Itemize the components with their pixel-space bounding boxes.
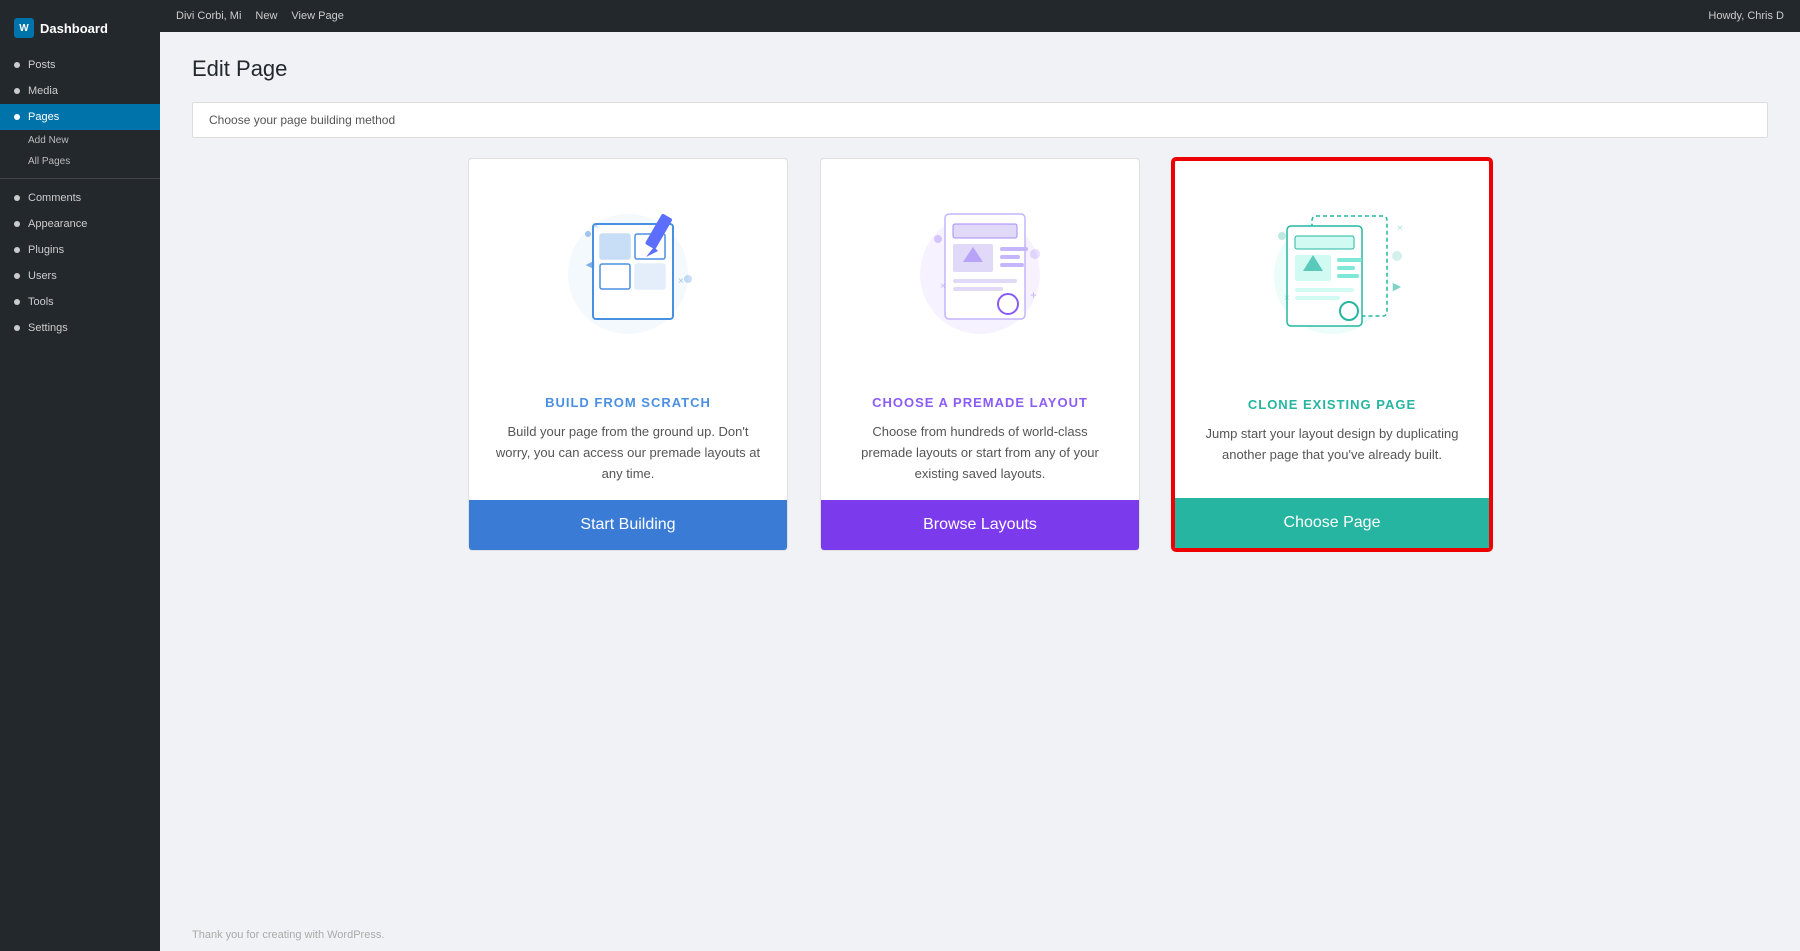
scratch-title: BUILD FROM SCRATCH [493,395,763,410]
card-clone: ► × × CLONE EXISTING PAGE Jump start you… [1172,158,1492,551]
layout-illustration: + × [821,159,1139,379]
comments-icon [14,195,20,201]
topbar-new[interactable]: New [255,10,277,22]
clone-desc: Jump start your layout design by duplica… [1199,424,1465,466]
main-area: Divi Corbi, Mi New View Page Howdy, Chri… [160,0,1800,951]
browse-layouts-button[interactable]: Browse Layouts [821,500,1139,550]
sidebar-item-tools[interactable]: Tools [0,289,160,315]
svg-text:×: × [940,281,946,292]
footer-text: Thank you for creating with WordPress. [192,929,384,941]
tools-icon [14,299,20,305]
sidebar-item-media[interactable]: Media [0,78,160,104]
all-pages-label: All Pages [28,156,70,167]
page-content: Edit Page Choose your page building meth… [160,32,1800,919]
sidebar-item-users[interactable]: Users [0,263,160,289]
sidebar-item-settings[interactable]: Settings [0,315,160,341]
pages-icon [14,114,20,120]
topbar-user: Howdy, Chris D [1708,10,1784,22]
sidebar-item-appearance[interactable]: Appearance [0,211,160,237]
clone-title: CLONE EXISTING PAGE [1199,397,1465,412]
sidebar-item-label: Media [28,85,58,97]
plugins-icon [14,247,20,253]
svg-text:×: × [593,221,599,232]
page-footer: Thank you for creating with WordPress. [160,919,1800,951]
settings-label: Settings [28,322,68,334]
sidebar-item-label: Posts [28,59,56,71]
top-bar-left: Divi Corbi, Mi New View Page [176,10,344,22]
page-title: Edit Page [192,56,1768,82]
cards-container: ◄ × × BUILD FROM SCRATCH Build your page… [430,158,1530,551]
scratch-body: BUILD FROM SCRATCH Build your page from … [469,379,787,500]
sidebar-item-add-new[interactable]: Add New [0,130,160,151]
card-layout: + × CHOOSE A PREMADE LAYOUT Choose from … [820,158,1140,551]
svg-text:×: × [678,276,684,287]
layout-desc: Choose from hundreds of world-class prem… [845,422,1115,484]
page-subtitle-bar: Choose your page building method [192,102,1768,138]
sidebar: W Dashboard Posts Media Pages Add New Al… [0,0,160,951]
sidebar-logo-label: Dashboard [40,21,108,36]
sidebar-logo[interactable]: W Dashboard [0,8,160,48]
tools-label: Tools [28,296,54,308]
svg-text:►: ► [1390,278,1404,294]
svg-text:×: × [1284,293,1290,304]
add-new-label: Add New [28,135,69,146]
users-label: Users [28,270,57,282]
topbar-site-name[interactable]: Divi Corbi, Mi [176,10,241,22]
choose-page-button[interactable]: Choose Page [1175,498,1489,548]
clone-body: CLONE EXISTING PAGE Jump start your layo… [1175,381,1489,498]
sidebar-item-comments[interactable]: Comments [0,185,160,211]
clone-illustration: ► × × [1175,161,1489,381]
sidebar-item-all-pages[interactable]: All Pages [0,151,160,172]
layout-body: CHOOSE A PREMADE LAYOUT Choose from hund… [821,379,1139,500]
comments-label: Comments [28,192,81,204]
subtitle-text: Choose your page building method [209,113,395,127]
sidebar-item-label: Pages [28,111,59,123]
scratch-desc: Build your page from the ground up. Don'… [493,422,763,484]
top-bar-right: Howdy, Chris D [1708,10,1784,22]
svg-text:+: + [1030,288,1037,302]
settings-icon [14,325,20,331]
plugins-label: Plugins [28,244,64,256]
sidebar-item-posts[interactable]: Posts [0,52,160,78]
sidebar-item-plugins[interactable]: Plugins [0,237,160,263]
appearance-label: Appearance [28,218,87,230]
start-building-button[interactable]: Start Building [469,500,787,550]
posts-icon [14,62,20,68]
media-icon [14,88,20,94]
scratch-illustration: ◄ × × [469,159,787,379]
svg-text:×: × [1397,223,1403,234]
svg-text:◄: ◄ [583,256,597,272]
appearance-icon [14,221,20,227]
card-scratch: ◄ × × BUILD FROM SCRATCH Build your page… [468,158,788,551]
wp-icon: W [14,18,34,38]
users-icon [14,273,20,279]
sidebar-item-pages[interactable]: Pages [0,104,160,130]
layout-title: CHOOSE A PREMADE LAYOUT [845,395,1115,410]
topbar-view-page[interactable]: View Page [291,10,343,22]
top-bar: Divi Corbi, Mi New View Page Howdy, Chri… [160,0,1800,32]
